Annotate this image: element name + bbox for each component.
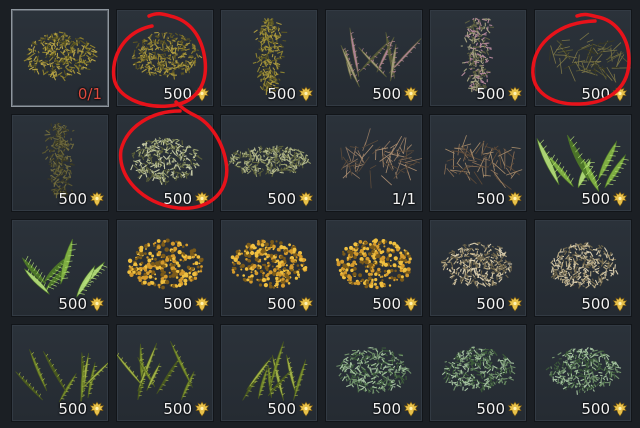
price-value: 500	[581, 85, 610, 103]
inventory-slot[interactable]: 500	[116, 114, 214, 212]
inventory-slot[interactable]: 500	[11, 114, 109, 212]
price-tag: 500	[476, 400, 523, 418]
price-tag: 500	[372, 85, 419, 103]
price-value: 500	[267, 85, 296, 103]
inventory-slot[interactable]: 500	[429, 114, 527, 212]
item-grid: 0/1 500 500 500 500 500 500 500 500 1/1 500 500 500 5…	[0, 0, 640, 428]
price-value: 500	[476, 295, 505, 313]
inventory-slot[interactable]: 500	[116, 9, 214, 107]
price-value: 500	[476, 190, 505, 208]
inventory-slot[interactable]: 500	[220, 324, 318, 422]
price-tag: 500	[267, 190, 314, 208]
inventory-slot[interactable]: 500	[325, 324, 423, 422]
gold-eagle-icon	[612, 86, 628, 102]
price-tag: 500	[163, 400, 210, 418]
gold-eagle-icon	[194, 401, 210, 417]
inventory-slot[interactable]: 1/1	[325, 114, 423, 212]
price-value: 500	[58, 295, 87, 313]
inventory-slot[interactable]: 0/1	[11, 9, 109, 107]
price-tag: 500	[476, 190, 523, 208]
price-value: 500	[163, 190, 192, 208]
inventory-slot[interactable]: 500	[220, 114, 318, 212]
gold-eagle-icon	[403, 401, 419, 417]
gold-eagle-icon	[612, 401, 628, 417]
gold-eagle-icon	[298, 401, 314, 417]
price-tag: 500	[163, 190, 210, 208]
gold-eagle-icon	[89, 296, 105, 312]
inventory-slot[interactable]: 500	[116, 219, 214, 317]
price-tag: 500	[581, 400, 628, 418]
inventory-slot[interactable]: 500	[534, 9, 632, 107]
inventory-slot[interactable]: 500	[11, 219, 109, 317]
price-value: 500	[163, 400, 192, 418]
price-value: 500	[372, 295, 401, 313]
quantity-label: 1/1	[391, 190, 416, 208]
price-tag: 500	[58, 190, 105, 208]
inventory-slot[interactable]: 500	[11, 324, 109, 422]
price-tag: 500	[476, 85, 523, 103]
price-tag: 500	[581, 190, 628, 208]
gold-eagle-icon	[507, 296, 523, 312]
inventory-slot[interactable]: 500	[325, 9, 423, 107]
gold-eagle-icon	[194, 191, 210, 207]
price-value: 500	[163, 85, 192, 103]
price-value: 500	[372, 400, 401, 418]
gold-eagle-icon	[194, 86, 210, 102]
gold-eagle-icon	[298, 86, 314, 102]
price-value: 500	[58, 190, 87, 208]
inventory-slot[interactable]: 500	[534, 114, 632, 212]
price-tag: 500	[267, 400, 314, 418]
inventory-slot[interactable]: 500	[429, 219, 527, 317]
gold-eagle-icon	[507, 401, 523, 417]
price-value: 500	[476, 85, 505, 103]
quantity-label: 0/1	[77, 85, 102, 103]
price-value: 500	[581, 295, 610, 313]
inventory-slot[interactable]: 500	[429, 324, 527, 422]
price-tag: 500	[372, 400, 419, 418]
price-tag: 500	[372, 295, 419, 313]
gold-eagle-icon	[507, 191, 523, 207]
inventory-slot[interactable]: 500	[116, 324, 214, 422]
price-tag: 500	[267, 295, 314, 313]
price-tag: 500	[58, 400, 105, 418]
inventory-slot[interactable]: 500	[534, 219, 632, 317]
price-value: 500	[476, 400, 505, 418]
price-tag: 500	[163, 295, 210, 313]
price-value: 500	[267, 400, 296, 418]
price-value: 500	[58, 400, 87, 418]
price-value: 500	[163, 295, 192, 313]
price-tag: 500	[267, 85, 314, 103]
price-value: 500	[267, 295, 296, 313]
price-tag: 500	[476, 295, 523, 313]
gold-eagle-icon	[403, 296, 419, 312]
price-tag: 500	[163, 85, 210, 103]
gold-eagle-icon	[612, 296, 628, 312]
gold-eagle-icon	[89, 401, 105, 417]
gold-eagle-icon	[612, 191, 628, 207]
inventory-slot[interactable]: 500	[429, 9, 527, 107]
gold-eagle-icon	[194, 296, 210, 312]
price-value: 500	[581, 400, 610, 418]
inventory-slot[interactable]: 500	[534, 324, 632, 422]
price-tag: 500	[581, 85, 628, 103]
gold-eagle-icon	[507, 86, 523, 102]
gold-eagle-icon	[298, 191, 314, 207]
price-tag: 500	[58, 295, 105, 313]
gold-eagle-icon	[298, 296, 314, 312]
price-tag: 500	[581, 295, 628, 313]
gold-eagle-icon	[403, 86, 419, 102]
gold-eagle-icon	[89, 191, 105, 207]
price-value: 500	[267, 190, 296, 208]
inventory-slot[interactable]: 500	[220, 9, 318, 107]
inventory-slot[interactable]: 500	[220, 219, 318, 317]
price-value: 500	[581, 190, 610, 208]
price-value: 500	[372, 85, 401, 103]
inventory-slot[interactable]: 500	[325, 219, 423, 317]
